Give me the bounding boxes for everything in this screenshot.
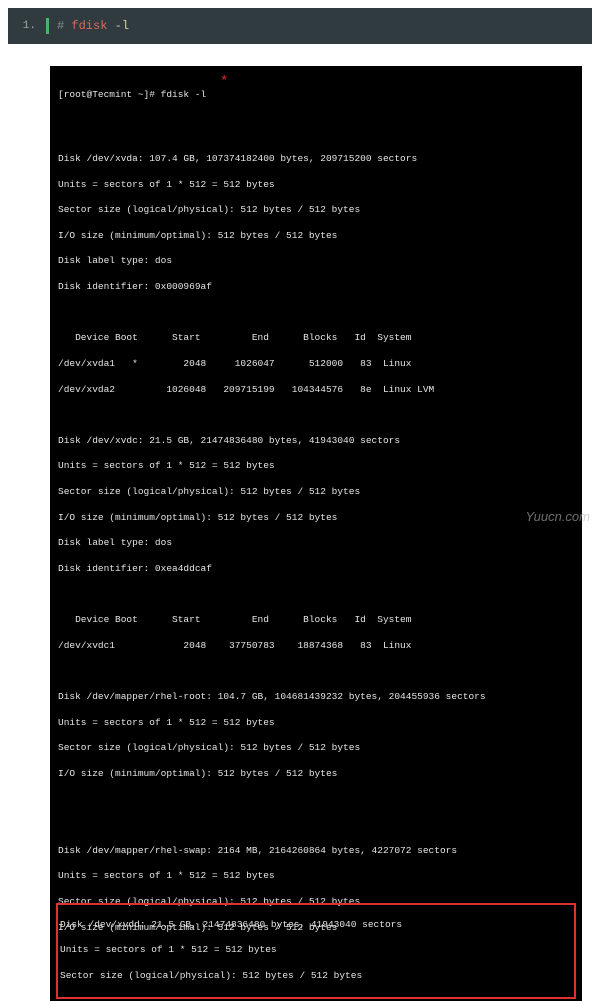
disk-sector: Sector size (logical/physical): 512 byte…	[60, 970, 572, 983]
disk-units: Units = sectors of 1 * 512 = 512 bytes	[58, 717, 574, 730]
blank-line	[58, 819, 574, 832]
code-indicator-bar	[46, 18, 49, 34]
disk-units: Units = sectors of 1 * 512 = 512 bytes	[58, 870, 574, 883]
code-hash: #	[57, 19, 71, 33]
code-block: 1. # fdisk -l	[8, 8, 592, 44]
code-line: # fdisk -l	[57, 19, 129, 33]
disk-label: Disk label type: dos	[58, 537, 574, 550]
code-flag: -l	[107, 19, 129, 33]
blank-line	[58, 307, 574, 320]
disk-units: Units = sectors of 1 * 512 = 512 bytes	[60, 944, 572, 957]
terminal-wrapper: [root@Tecmint ~]# fdisk -l * Disk /dev/x…	[0, 52, 600, 1001]
prompt-line: [root@Tecmint ~]# fdisk -l	[58, 89, 574, 102]
blank-line	[58, 794, 574, 807]
disk-sector: Sector size (logical/physical): 512 byte…	[58, 486, 574, 499]
terminal-output: [root@Tecmint ~]# fdisk -l * Disk /dev/x…	[50, 66, 582, 1001]
disk-io: I/O size (minimum/optimal): 512 bytes / …	[58, 768, 574, 781]
disk-header: Disk /dev/mapper/rhel-swap: 2164 MB, 216…	[58, 845, 574, 858]
code-command: fdisk	[71, 19, 107, 33]
blank-line	[58, 409, 574, 422]
blank-line	[58, 665, 574, 678]
disk-io: I/O size (minimum/optimal): 512 bytes / …	[58, 230, 574, 243]
blank-line	[58, 589, 574, 602]
red-marker-icon: *	[220, 73, 228, 92]
partition-row: /dev/xvdc1 2048 37750783 18874368 83 Lin…	[58, 640, 574, 653]
disk-io: I/O size (minimum/optimal): 512 bytes / …	[58, 512, 574, 525]
disk-identifier: Disk identifier: 0x000969af	[58, 281, 574, 294]
blank-line	[58, 127, 574, 140]
disk-sector: Sector size (logical/physical): 512 byte…	[58, 742, 574, 755]
disk-header: Disk /dev/xvdc: 21.5 GB, 21474836480 byt…	[58, 435, 574, 448]
partition-table-header: Device Boot Start End Blocks Id System	[58, 614, 574, 627]
disk-header: Disk /dev/xvda: 107.4 GB, 107374182400 b…	[58, 153, 574, 166]
disk-units: Units = sectors of 1 * 512 = 512 bytes	[58, 179, 574, 192]
disk-identifier: Disk identifier: 0xea4ddcaf	[58, 563, 574, 576]
disk-header: Disk /dev/mapper/rhel-root: 104.7 GB, 10…	[58, 691, 574, 704]
partition-row: /dev/xvda2 1026048 209715199 104344576 8…	[58, 384, 574, 397]
highlighted-disk-box: Disk /dev/xvdd: 21.5 GB, 21474836480 byt…	[56, 903, 576, 999]
disk-header: Disk /dev/xvdd: 21.5 GB, 21474836480 byt…	[60, 919, 572, 932]
disk-label: Disk label type: dos	[58, 255, 574, 268]
disk-sector: Sector size (logical/physical): 512 byte…	[58, 204, 574, 217]
partition-row: /dev/xvda1 * 2048 1026047 512000 83 Linu…	[58, 358, 574, 371]
partition-table-header: Device Boot Start End Blocks Id System	[58, 332, 574, 345]
disk-units: Units = sectors of 1 * 512 = 512 bytes	[58, 460, 574, 473]
line-number: 1.	[22, 20, 36, 32]
